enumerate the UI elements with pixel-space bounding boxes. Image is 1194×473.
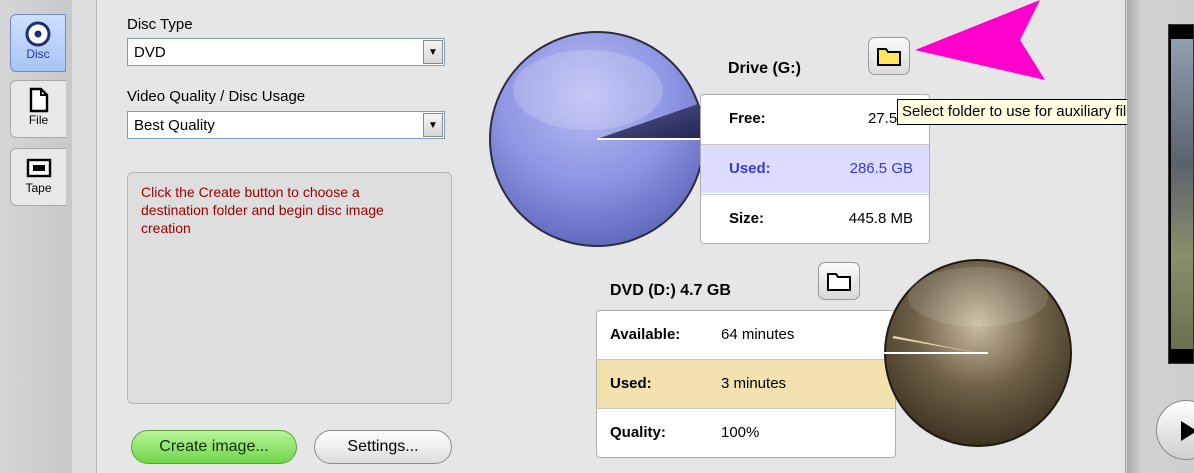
disc-type-select[interactable]: DVD ▼ — [127, 38, 445, 66]
disc-creation-window: Disc File Tape Disc Type DVD ▼ Video Qua… — [0, 0, 1194, 473]
tab-file-label: File — [28, 113, 49, 127]
dvd-quality-value: 100% — [721, 424, 760, 441]
dvd-info-card: Available: 64 minutes Used: 3 minutes Qu… — [596, 310, 896, 458]
drive-free-row: Free: 27.5 G — [701, 95, 929, 143]
dvd-used-label: Used: — [610, 375, 652, 392]
video-preview — [1168, 24, 1194, 364]
file-icon — [28, 87, 50, 113]
drive-used-row: Used: 286.5 GB — [701, 145, 929, 193]
tab-file[interactable]: File — [10, 80, 66, 138]
dvd-usage-pie — [880, 259, 1072, 447]
tape-icon — [26, 155, 52, 181]
preview-thumbnail — [1171, 39, 1193, 349]
dvd-available-row: Available: 64 minutes — [597, 311, 895, 359]
video-quality-select[interactable]: Best Quality ▼ — [127, 111, 445, 139]
dvd-quality-label: Quality: — [610, 424, 666, 441]
info-message: Click the Create button to choose a dest… — [141, 184, 384, 236]
dvd-available-value: 64 minutes — [721, 326, 795, 343]
tab-tape-label: Tape — [25, 181, 52, 195]
chevron-down-icon[interactable]: ▼ — [423, 40, 443, 64]
play-button[interactable] — [1156, 400, 1194, 460]
drive-size-label: Size: — [729, 210, 765, 227]
dvd-quality-row: Quality: 100% — [597, 409, 895, 457]
settings-button[interactable]: Settings... — [314, 430, 452, 464]
dvd-used-row: Used: 3 minutes — [597, 360, 895, 408]
folder-icon — [827, 273, 851, 291]
tab-tape[interactable]: Tape — [10, 148, 66, 206]
info-message-box: Click the Create button to choose a dest… — [127, 172, 452, 404]
dvd-title: DVD (D:) 4.7 GB — [610, 282, 731, 299]
drive-used-value: 286.5 GB — [849, 160, 913, 177]
dvd-folder-button[interactable] — [818, 262, 860, 300]
chevron-down-icon[interactable]: ▼ — [423, 113, 443, 137]
video-quality-value: Best Quality — [134, 117, 215, 134]
dvd-available-label: Available: — [610, 326, 681, 343]
disc-type-value: DVD — [134, 44, 166, 61]
disc-type-label: Disc Type — [127, 16, 193, 33]
video-quality-label: Video Quality / Disc Usage — [127, 88, 306, 105]
drive-size-value: 445.8 MB — [848, 210, 913, 227]
drive-free-label: Free: — [729, 110, 766, 127]
drive-usage-pie — [489, 31, 718, 247]
create-image-button[interactable]: Create image... — [131, 430, 297, 464]
drive-info-card: Free: 27.5 G Used: 286.5 GB Size: 445.8 … — [700, 94, 930, 244]
drive-size-row: Size: 445.8 MB — [701, 195, 929, 243]
tab-disc-label: Disc — [26, 47, 50, 61]
drive-title: Drive (G:) — [728, 60, 801, 77]
mode-tab-strip: Disc File Tape — [0, 0, 72, 473]
folder-icon — [877, 48, 901, 66]
drive-used-label: Used: — [729, 160, 771, 177]
annotation-arrow — [915, 0, 1045, 80]
play-icon — [1181, 421, 1194, 441]
disc-icon — [25, 21, 51, 47]
tab-disc[interactable]: Disc — [10, 14, 66, 72]
drive-folder-button[interactable] — [868, 37, 910, 75]
dvd-used-value: 3 minutes — [721, 375, 787, 392]
